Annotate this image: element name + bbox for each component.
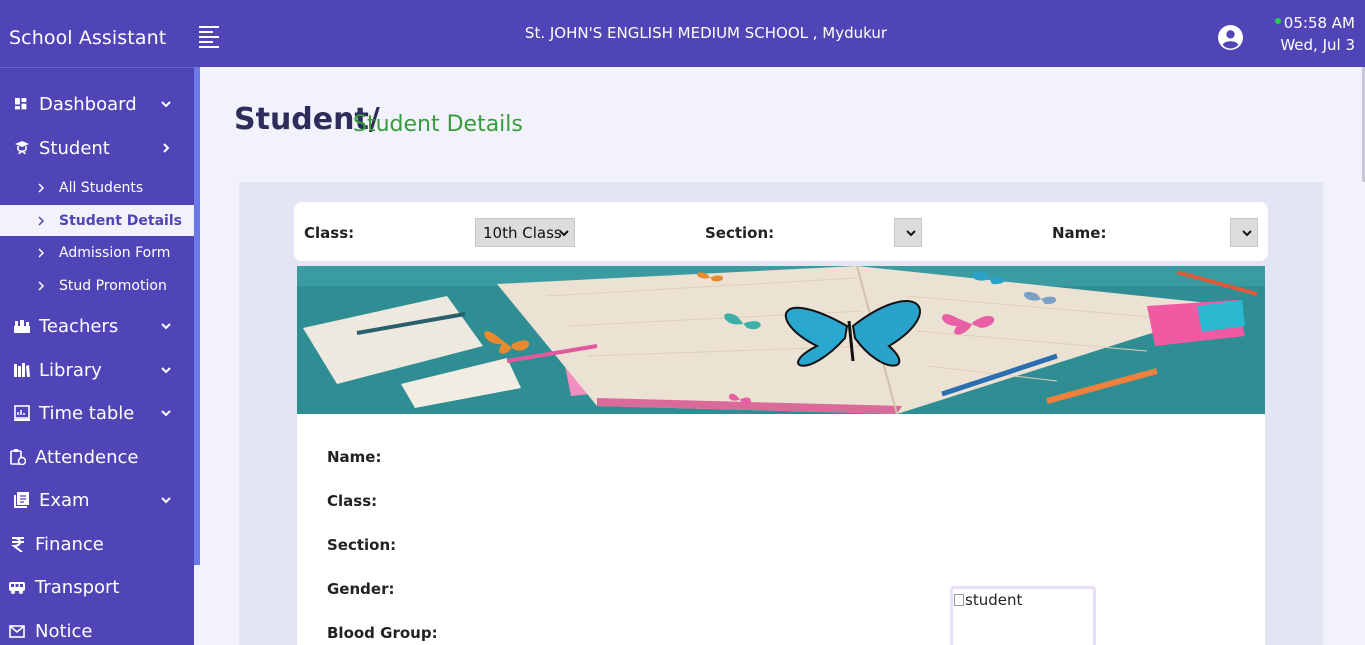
sidebar-subitem-label: Stud Promotion xyxy=(59,277,167,294)
teachers-icon xyxy=(14,320,30,333)
class-label: Class: xyxy=(304,224,355,242)
chevron-right-icon xyxy=(38,182,45,193)
dashboard-icon xyxy=(15,97,27,109)
sidebar-subitem-stud-promotion[interactable]: Stud Promotion xyxy=(0,270,194,301)
chevron-down-icon xyxy=(1242,230,1252,237)
field-name-label: Name: xyxy=(327,448,382,466)
filter-bar: Class: 10th Class Section: Name: xyxy=(294,202,1268,261)
sidebar-item-time-table[interactable]: Time table xyxy=(0,393,194,433)
bus-icon xyxy=(9,582,25,594)
sidebar-item-notice[interactable]: Notice xyxy=(0,611,194,645)
attendance-icon xyxy=(10,449,26,465)
sidebar-item-teachers[interactable]: Teachers xyxy=(0,306,194,346)
student-photo-alt: student xyxy=(965,591,1023,609)
sidebar-item-library[interactable]: Library xyxy=(0,350,194,390)
broken-image-icon xyxy=(954,594,964,606)
sidebar-subitem-all-students[interactable]: All Students xyxy=(0,172,194,203)
chevron-down-icon xyxy=(161,367,171,374)
sidebar-item-finance[interactable]: Finance xyxy=(0,524,194,564)
graduate-icon xyxy=(15,141,29,155)
banner-image xyxy=(297,266,1265,414)
exam-icon xyxy=(14,492,29,508)
chevron-right-icon xyxy=(38,215,45,226)
name-select[interactable] xyxy=(1230,218,1258,247)
sidebar: Dashboard Student All Students Student D… xyxy=(0,67,194,645)
class-select-value: 10th Class xyxy=(483,223,562,242)
sidebar-item-label: Attendence xyxy=(35,446,139,468)
section-label: Section: xyxy=(705,224,775,242)
section-select[interactable] xyxy=(894,218,922,247)
school-name: St. JOHN'S ENGLISH MEDIUM SCHOOL , Myduk… xyxy=(524,24,888,42)
field-section-label: Section: xyxy=(327,536,397,554)
sidebar-item-student[interactable]: Student xyxy=(0,128,194,168)
library-icon xyxy=(14,363,30,377)
sidebar-item-transport[interactable]: Transport xyxy=(0,567,194,607)
sidebar-subitem-label: Student Details xyxy=(59,212,182,229)
user-circle-icon[interactable] xyxy=(1218,25,1243,50)
chevron-right-icon xyxy=(38,247,45,258)
sidebar-item-label: Exam xyxy=(39,489,90,511)
student-details-card: Name: Class: Section: Gender: Blood Grou… xyxy=(297,414,1265,645)
sidebar-item-label: Notice xyxy=(35,620,93,642)
sidebar-subitem-student-details[interactable]: Student Details xyxy=(0,205,194,236)
current-date: Wed, Jul 3 xyxy=(1280,36,1355,54)
chevron-down-icon xyxy=(161,410,171,417)
chevron-down-icon xyxy=(906,230,916,237)
sidebar-item-label: Time table xyxy=(39,402,135,424)
chevron-down-icon xyxy=(161,323,171,330)
sidebar-item-dashboard[interactable]: Dashboard xyxy=(0,84,194,124)
field-class-label: Class: xyxy=(327,492,378,510)
chevron-down-icon xyxy=(559,230,569,237)
timetable-icon xyxy=(14,405,30,421)
sidebar-item-label: Transport xyxy=(35,576,120,598)
sidebar-item-label: Dashboard xyxy=(39,93,137,115)
rupee-icon xyxy=(11,537,24,552)
page-subtitle: Student Details xyxy=(353,112,523,137)
name-label: Name: xyxy=(1052,224,1107,242)
sidebar-scrollbar[interactable] xyxy=(194,67,200,565)
student-photo: student xyxy=(950,586,1096,645)
top-bar: School Assistant St. JOHN'S ENGLISH MEDI… xyxy=(0,0,1365,67)
sidebar-item-label: Teachers xyxy=(39,315,119,337)
sidebar-item-exam[interactable]: Exam xyxy=(0,480,194,520)
chevron-right-icon xyxy=(163,143,170,153)
sidebar-item-attendence[interactable]: Attendence xyxy=(0,437,194,477)
mail-icon xyxy=(9,625,25,638)
sidebar-item-label: Student xyxy=(39,137,110,159)
current-time: 05:58 AM xyxy=(1283,14,1355,32)
sidebar-subitem-label: Admission Form xyxy=(59,244,171,261)
chevron-down-icon xyxy=(161,101,171,108)
sidebar-item-label: Library xyxy=(39,359,102,381)
sidebar-subitem-label: All Students xyxy=(59,179,144,196)
field-gender-label: Gender: xyxy=(327,580,395,598)
class-select[interactable]: 10th Class xyxy=(475,218,575,247)
sidebar-subitem-admission-form[interactable]: Admission Form xyxy=(0,237,194,268)
field-blood-group-label: Blood Group: xyxy=(327,624,438,642)
chevron-right-icon xyxy=(38,280,45,291)
clock: 05:58 AM Wed, Jul 3 xyxy=(1274,12,1355,56)
chevron-down-icon xyxy=(161,497,171,504)
sidebar-item-label: Finance xyxy=(35,533,104,555)
